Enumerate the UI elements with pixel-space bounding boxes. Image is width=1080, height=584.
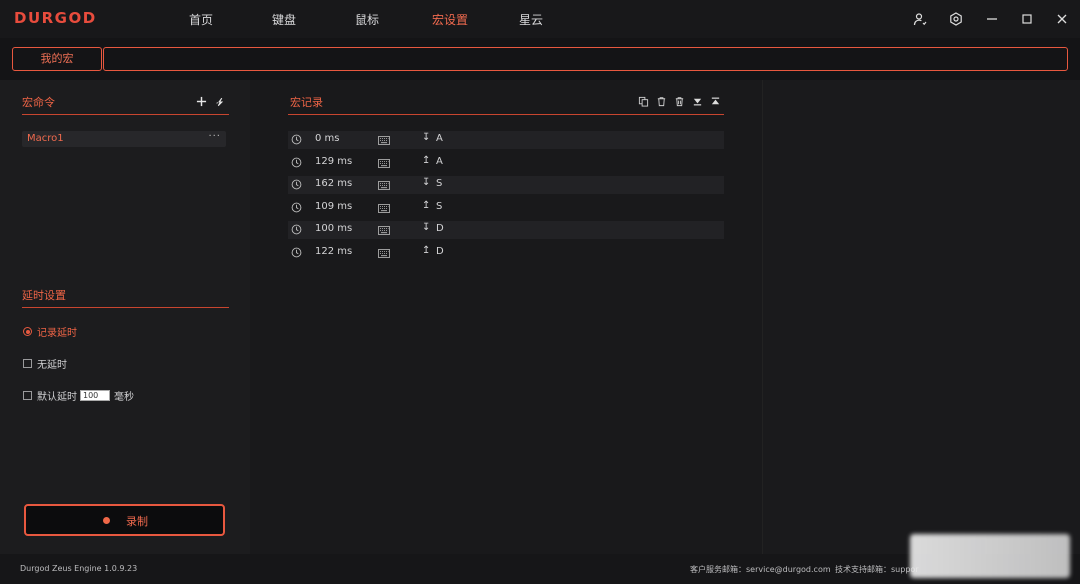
key-direction-icon: ↥ [422, 154, 431, 166]
move-up-icon[interactable] [708, 94, 722, 108]
nav-home[interactable]: 首页 [189, 11, 213, 28]
close-icon[interactable] [1052, 9, 1072, 29]
nav-keyboard[interactable]: 键盘 [272, 11, 296, 28]
macro-list-item[interactable]: Macro1 ··· [22, 131, 226, 147]
clock-icon [291, 202, 302, 213]
no-delay-option[interactable]: 无延时 [23, 356, 67, 371]
version-label: Durgod Zeus Engine 1.0.9.23 [20, 564, 138, 573]
event-delay: 129 ms [315, 155, 353, 167]
keyboard-icon [378, 135, 390, 145]
maximize-icon[interactable] [1017, 9, 1037, 29]
clock-icon [291, 224, 302, 235]
keyboard-icon [378, 225, 390, 235]
key-direction-icon: ↧ [422, 222, 431, 233]
record-delay-option[interactable]: 记录延时 [23, 324, 77, 339]
nav-macro-settings[interactable]: 宏设置 [432, 11, 468, 28]
event-key: D [436, 245, 444, 257]
move-down-icon[interactable] [690, 94, 704, 108]
macro-item-label: Macro1 [27, 133, 64, 144]
record-button-label: 录制 [126, 515, 148, 528]
event-delay: 162 ms [315, 178, 353, 189]
support-email: 技术支持邮箱：suppor [835, 565, 919, 574]
event-key: D [436, 223, 444, 234]
event-row[interactable]: 100 ms ↧ D [288, 221, 724, 239]
macro-tab-row: 我的宏 [0, 38, 1080, 80]
macro-name-input[interactable] [103, 47, 1068, 71]
event-row[interactable]: 162 ms ↧ S [288, 176, 724, 194]
event-row[interactable]: 0 ms ↧ A [288, 131, 724, 149]
record-divider [288, 114, 724, 115]
event-row[interactable]: 122 ms ↥ D [288, 244, 724, 262]
minimize-icon[interactable] [982, 9, 1002, 29]
default-delay-option[interactable]: 默认延时 100 毫秒 [23, 388, 134, 403]
more-options-icon[interactable]: ··· [208, 131, 221, 142]
no-delay-checkbox[interactable] [23, 359, 32, 368]
right-panel [762, 80, 1080, 554]
default-delay-input[interactable]: 100 [80, 390, 110, 401]
record-delay-label: 记录延时 [37, 328, 77, 339]
copy-icon[interactable] [636, 94, 650, 108]
my-macro-tab[interactable]: 我的宏 [12, 47, 102, 71]
record-button[interactable]: 录制 [24, 504, 225, 536]
watermark-overlay [910, 534, 1070, 578]
nav-mouse[interactable]: 鼠标 [355, 11, 379, 28]
commands-divider [22, 114, 229, 115]
event-delay: 109 ms [315, 200, 353, 212]
event-key: A [436, 155, 443, 167]
clock-icon [291, 179, 302, 190]
delete-icon[interactable] [654, 94, 668, 108]
delay-unit-label: 毫秒 [114, 392, 134, 403]
default-delay-label: 默认延时 [37, 392, 77, 403]
event-key: S [436, 200, 443, 212]
keyboard-icon [378, 158, 390, 168]
import-macro-icon[interactable] [212, 94, 226, 108]
key-direction-icon: ↥ [422, 199, 431, 211]
user-icon[interactable] [910, 9, 930, 29]
key-direction-icon: ↧ [422, 177, 431, 188]
key-direction-icon: ↥ [422, 244, 431, 256]
settings-icon[interactable] [946, 9, 966, 29]
title-bar: DURGOD 首页 键盘 鼠标 宏设置 星云 [0, 0, 1080, 38]
clock-icon [291, 247, 302, 258]
service-email: 客户服务邮箱：service@durgod.com [690, 565, 831, 574]
key-direction-icon: ↧ [422, 132, 431, 143]
macro-record-panel: 宏记录 0 ms ↧ A 129 ms ↥ A 162 ms ↧ S 109 ms ↥ S 100 ms… [250, 80, 762, 554]
macro-record-title: 宏记录 [290, 96, 323, 109]
default-delay-checkbox[interactable] [23, 391, 32, 400]
keyboard-icon [378, 180, 390, 190]
event-row[interactable]: 109 ms ↥ S [288, 199, 724, 217]
nav-nebula[interactable]: 星云 [519, 11, 543, 28]
record-dot-icon [103, 517, 110, 524]
delay-divider [22, 307, 229, 308]
event-key: A [436, 133, 443, 144]
event-delay: 100 ms [315, 223, 353, 234]
delay-settings-title: 延时设置 [22, 289, 66, 302]
left-panel: 宏命令 Macro1 ··· 延时设置 记录延时 无延时 默认延时 100 毫秒… [0, 80, 250, 554]
keyboard-icon [378, 203, 390, 213]
durgod-logo: DURGOD [14, 9, 97, 27]
macro-commands-title: 宏命令 [22, 96, 55, 109]
clear-all-icon[interactable] [672, 94, 686, 108]
radio-selected-icon[interactable] [23, 327, 32, 336]
event-key: S [436, 178, 443, 189]
event-row[interactable]: 129 ms ↥ A [288, 154, 724, 172]
keyboard-icon [378, 248, 390, 258]
clock-icon [291, 157, 302, 168]
event-delay: 0 ms [315, 133, 340, 144]
clock-icon [291, 134, 302, 145]
add-macro-icon[interactable] [194, 94, 208, 108]
no-delay-label: 无延时 [37, 360, 67, 371]
event-delay: 122 ms [315, 245, 353, 257]
